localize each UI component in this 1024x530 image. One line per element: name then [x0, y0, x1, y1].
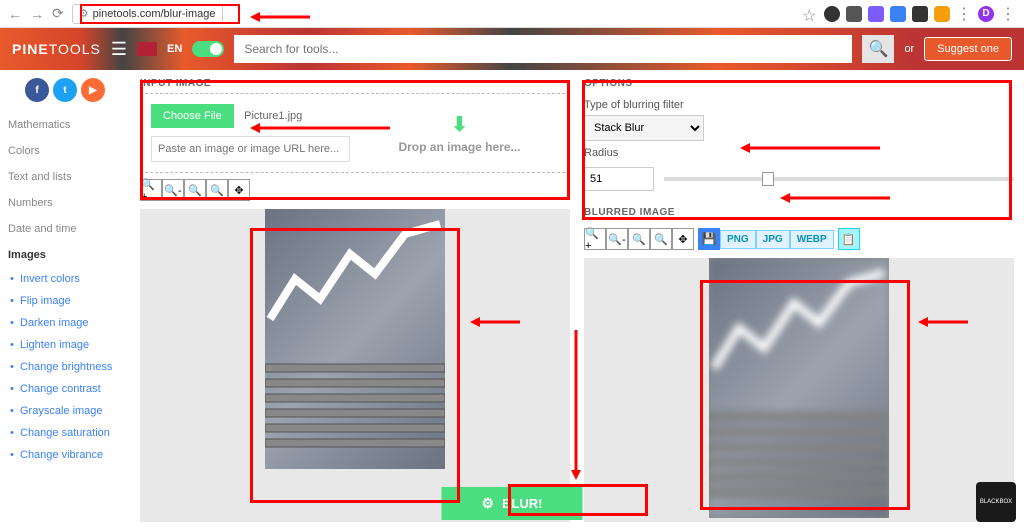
arrow-3	[780, 192, 890, 204]
logo[interactable]: PINETOOLS	[12, 41, 101, 57]
move-icon[interactable]: ✥	[228, 179, 250, 201]
ext-icon-2[interactable]	[846, 6, 862, 22]
sub-lighten[interactable]: Lighten image	[8, 334, 122, 356]
sub-contrast[interactable]: Change contrast	[8, 378, 122, 400]
ext-icon-5[interactable]	[912, 6, 928, 22]
profile-avatar[interactable]: D	[978, 6, 994, 22]
webp-button[interactable]: WEBP	[790, 230, 834, 249]
image-url-input[interactable]	[151, 136, 350, 162]
sidebar: f t ▶ Mathematics Colors Text and lists …	[0, 70, 130, 530]
png-button[interactable]: PNG	[720, 230, 756, 249]
arrow-4	[470, 316, 520, 328]
copy-icon[interactable]: 📋	[838, 228, 860, 250]
out-zoom-out-icon[interactable]: 🔍-	[606, 228, 628, 250]
radius-input[interactable]	[584, 167, 654, 191]
cat-images[interactable]: Images	[8, 242, 122, 268]
zoom-out-icon[interactable]: 🔍-	[162, 179, 184, 201]
choose-file-button[interactable]: Choose File	[151, 104, 234, 128]
youtube-icon[interactable]: ▶	[81, 78, 105, 102]
filename: Picture1.jpg	[244, 110, 302, 122]
arrow-2	[740, 142, 880, 154]
suggest-button[interactable]: Suggest one	[924, 37, 1012, 61]
cat-numbers[interactable]: Numbers	[8, 190, 122, 216]
hamburger-icon[interactable]: ☰	[111, 39, 127, 60]
filter-select[interactable]: Stack Blur	[584, 115, 704, 141]
sub-flip[interactable]: Flip image	[8, 290, 122, 312]
cat-colors[interactable]: Colors	[8, 138, 122, 164]
out-move-icon[interactable]: ✥	[672, 228, 694, 250]
or-label: or	[904, 43, 914, 55]
sub-invert[interactable]: Invert colors	[8, 268, 122, 290]
reload-icon[interactable]: ⟳	[52, 5, 64, 22]
out-zoom-in-icon[interactable]: 🔍+	[584, 228, 606, 250]
search-button[interactable]: 🔍	[862, 35, 894, 63]
arrow-6	[570, 330, 582, 480]
lang-label[interactable]: EN	[167, 43, 182, 55]
output-title: BLURRED IMAGE	[584, 207, 1014, 218]
out-zoom-reset-icon[interactable]: 🔍	[650, 228, 672, 250]
ext-icon-3[interactable]	[868, 6, 884, 22]
back-arrow[interactable]: ←	[8, 6, 22, 22]
sub-grayscale[interactable]: Grayscale image	[8, 400, 122, 422]
facebook-icon[interactable]: f	[25, 78, 49, 102]
output-preview[interactable]	[584, 258, 1014, 522]
sub-saturation[interactable]: Change saturation	[8, 422, 122, 444]
arrow-1	[250, 122, 390, 134]
menu-dots[interactable]: ⋮	[1000, 4, 1016, 24]
flag-icon	[137, 42, 157, 56]
arrow-annotation	[250, 11, 310, 23]
toggle-switch[interactable]	[192, 41, 224, 57]
search-input[interactable]	[234, 35, 852, 63]
forward-arrow[interactable]: →	[30, 6, 44, 22]
slider-thumb[interactable]	[762, 172, 774, 186]
gear-icon: ⚙	[482, 495, 495, 512]
zoom-reset-icon[interactable]: 🔍	[206, 179, 228, 201]
options-title: OPTIONS	[584, 78, 1014, 89]
zoom-in-icon[interactable]: 🔍+	[140, 179, 162, 201]
more-icon[interactable]: ⋮	[956, 4, 972, 24]
cat-math[interactable]: Mathematics	[8, 112, 122, 138]
sub-darken[interactable]: Darken image	[8, 312, 122, 334]
star-icon[interactable]: ☆	[802, 6, 818, 22]
ext-icon-6[interactable]	[934, 6, 950, 22]
twitter-icon[interactable]: t	[53, 78, 77, 102]
save-icon[interactable]: 💾	[698, 228, 720, 250]
radius-slider[interactable]	[664, 177, 1014, 181]
blur-button[interactable]: ⚙ BLUR!	[442, 487, 583, 520]
out-zoom-fit-icon[interactable]: 🔍	[628, 228, 650, 250]
download-icon: ⬇	[451, 112, 468, 137]
cat-date[interactable]: Date and time	[8, 216, 122, 242]
sub-brightness[interactable]: Change brightness	[8, 356, 122, 378]
cat-text[interactable]: Text and lists	[8, 164, 122, 190]
blackbox-widget[interactable]: BLACKBOX	[976, 482, 1016, 522]
jpg-button[interactable]: JPG	[756, 230, 790, 249]
arrow-5	[918, 316, 968, 328]
ext-icon-1[interactable]	[824, 6, 840, 22]
ext-icon-4[interactable]	[890, 6, 906, 22]
zoom-fit-icon[interactable]: 🔍	[184, 179, 206, 201]
sub-vibrance[interactable]: Change vibrance	[8, 444, 122, 466]
annotation-url	[80, 4, 240, 24]
filter-label: Type of blurring filter	[584, 99, 1014, 111]
input-preview[interactable]	[140, 209, 570, 522]
input-title: INPUT IMAGE	[140, 78, 570, 89]
